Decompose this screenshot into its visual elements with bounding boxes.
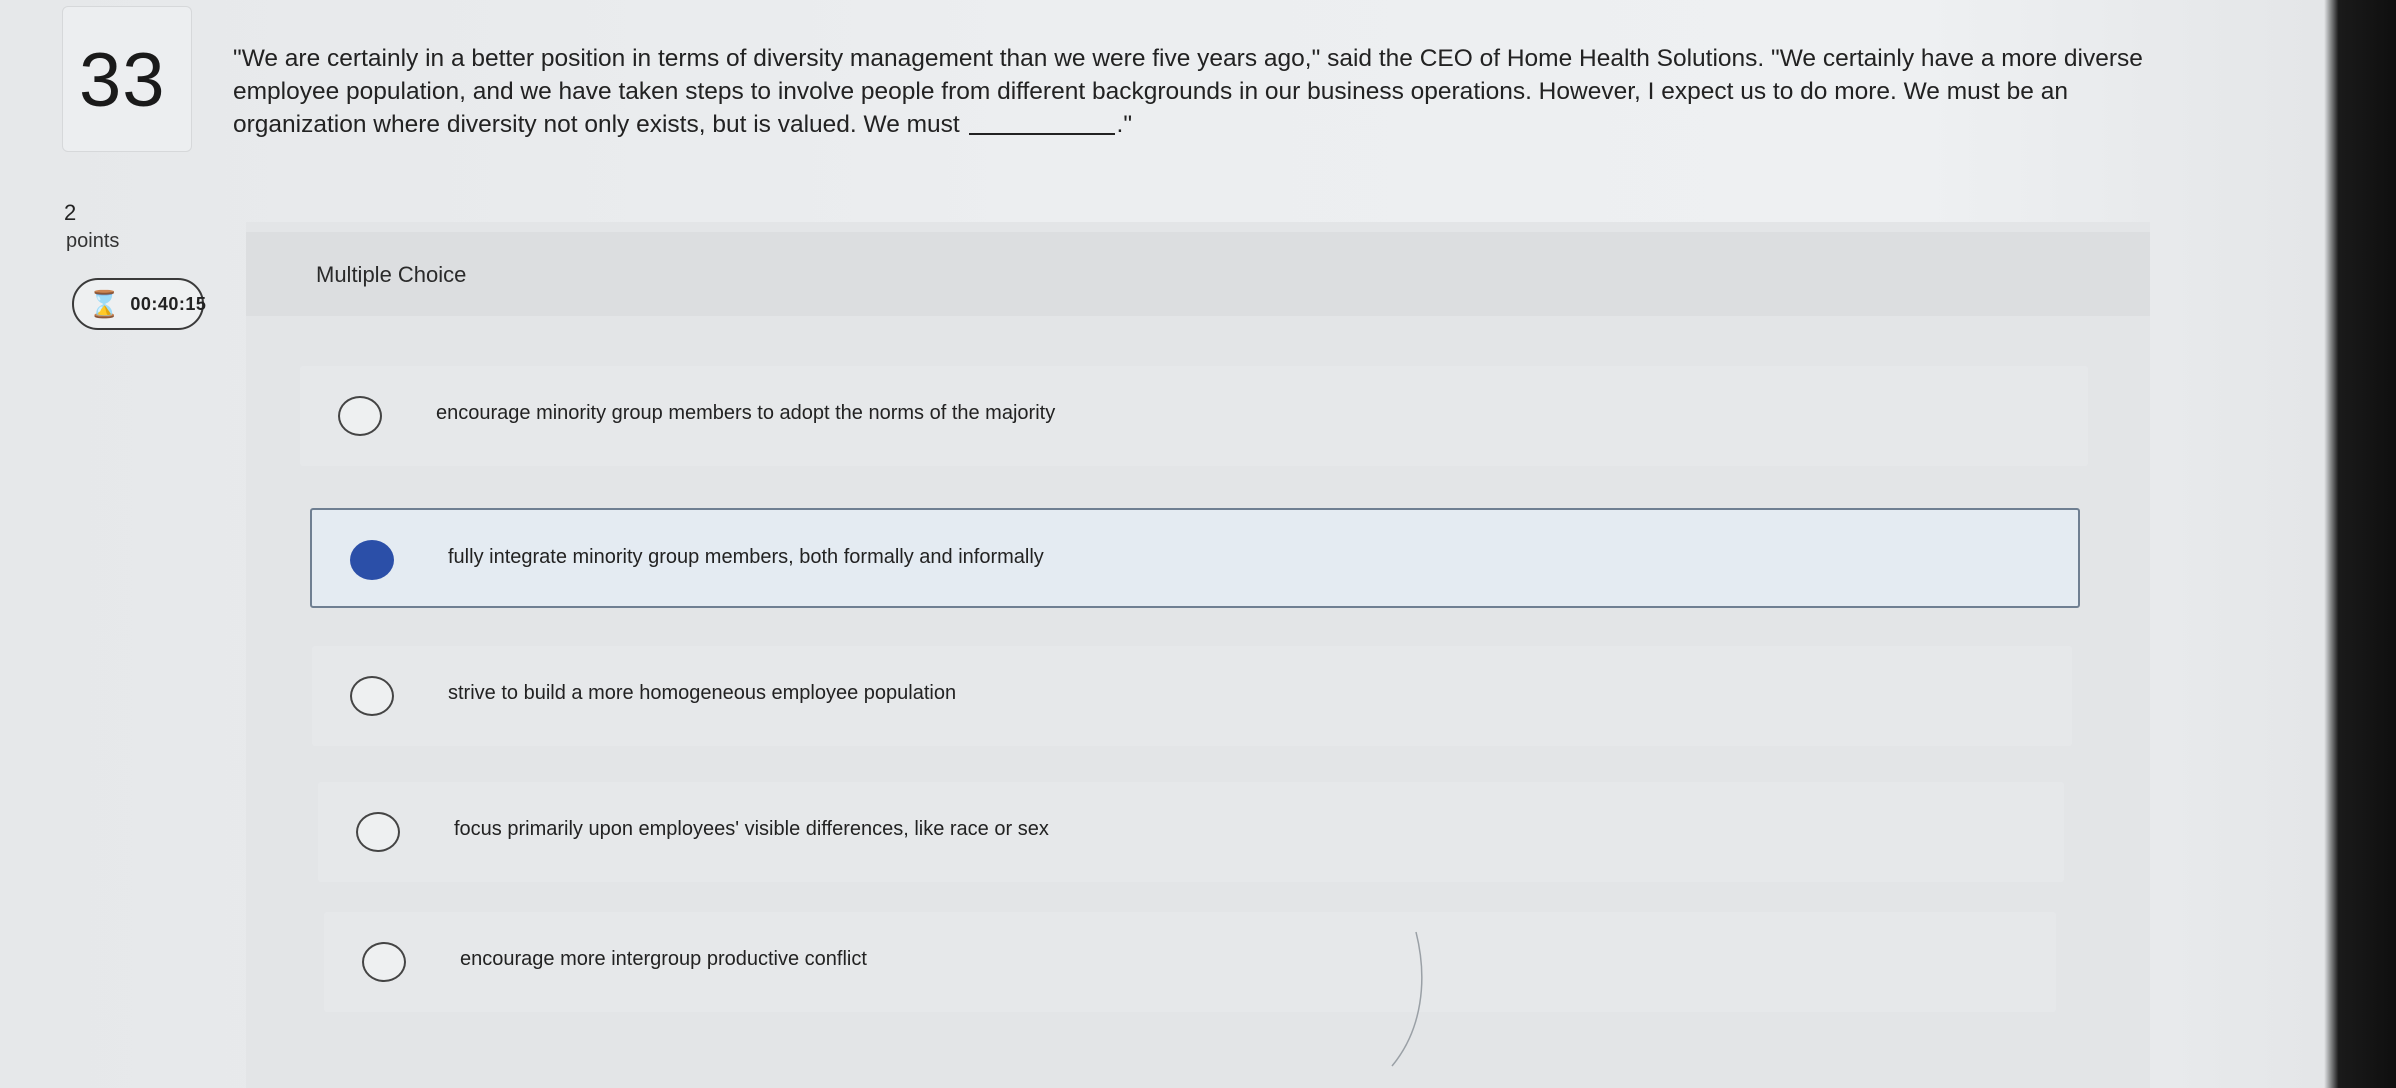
timer-badge: ⌛ 00:40:15 (72, 278, 207, 330)
question-prompt: "We are certainly in a better position i… (233, 42, 2163, 141)
radio-button[interactable] (338, 396, 382, 436)
answer-option-label: fully integrate minority group members, … (448, 546, 1044, 568)
answer-option-5[interactable]: encourage more intergroup productive con… (324, 912, 2056, 1012)
radio-button[interactable] (356, 812, 400, 852)
multiple-choice-header: Multiple Choice (246, 232, 2150, 316)
hourglass-icon: ⌛ (88, 289, 121, 319)
answer-option-label: encourage minority group members to adop… (436, 402, 1056, 424)
screen-glare-line (1391, 931, 1423, 1067)
radio-button[interactable] (362, 942, 406, 982)
question-text-end: ." (1116, 111, 1133, 138)
multiple-choice-panel: Multiple Choice encourage minority group… (246, 222, 2150, 1088)
question-number: 33 (79, 38, 166, 123)
points-value: 2 (64, 200, 77, 225)
radio-button-selected[interactable] (350, 540, 394, 580)
answer-option-3[interactable]: strive to build a more homogeneous emplo… (312, 646, 2072, 746)
answer-blank (968, 133, 1115, 135)
timer-value: 00:40:15 (130, 293, 207, 314)
multiple-choice-title: Multiple Choice (316, 262, 467, 287)
answer-option-label: focus primarily upon employees' visible … (454, 818, 1049, 840)
answer-option-2[interactable]: fully integrate minority group members, … (310, 508, 2080, 608)
answer-option-label: encourage more intergroup productive con… (460, 948, 867, 970)
points-label: points (66, 230, 120, 252)
answer-option-4[interactable]: focus primarily upon employees' visible … (318, 782, 2064, 882)
question-text: "We are certainly in a better position i… (233, 45, 2143, 138)
answer-option-label: strive to build a more homogeneous emplo… (448, 682, 957, 704)
answer-option-1[interactable]: encourage minority group members to adop… (300, 366, 2088, 466)
radio-button[interactable] (350, 676, 394, 716)
question-number-box: 33 (62, 6, 192, 152)
